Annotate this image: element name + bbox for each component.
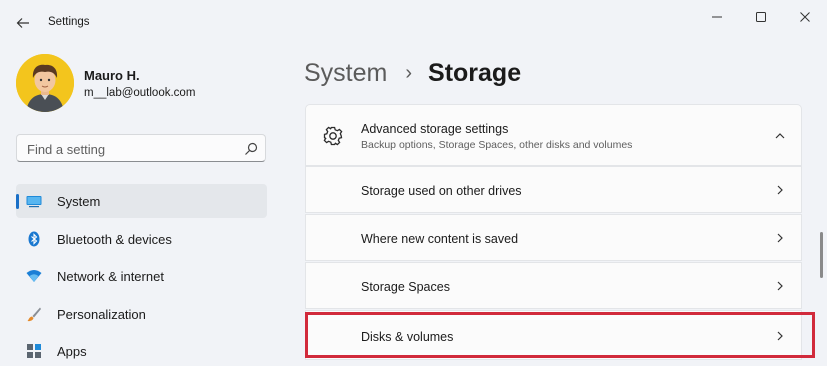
minimize-icon: [712, 16, 722, 18]
chevron-right-icon: [777, 185, 783, 195]
maximize-button[interactable]: [739, 2, 783, 32]
settings-window: Settings Mauro H. m__lab@outlook.com Fin…: [0, 0, 827, 366]
title-bar: Settings: [0, 0, 827, 40]
sidebar-item-system[interactable]: System: [16, 184, 267, 218]
close-icon: [800, 12, 810, 22]
breadcrumb: System › Storage: [304, 56, 521, 90]
close-button[interactable]: [783, 2, 827, 32]
back-button[interactable]: [10, 10, 36, 36]
user-name: Mauro H.: [84, 68, 140, 83]
storage-used-on-other-drives-row[interactable]: Storage used on other drives: [305, 166, 802, 213]
chevron-up-icon: [775, 133, 785, 139]
gear-icon: [323, 126, 343, 146]
row-label: Disks & volumes: [361, 330, 454, 344]
scrollbar-thumb[interactable]: [820, 232, 823, 278]
avatar[interactable]: [16, 54, 74, 112]
minimize-button[interactable]: [695, 2, 739, 32]
sidebar-item-apps[interactable]: Apps: [16, 334, 267, 366]
active-indicator: [16, 194, 19, 209]
brush-icon: [27, 307, 41, 322]
breadcrumb-parent[interactable]: System: [304, 59, 387, 88]
sidebar-item-label: System: [57, 194, 101, 209]
disks-and-volumes-row[interactable]: Disks & volumes: [305, 310, 802, 360]
breadcrumb-separator: ›: [405, 61, 413, 84]
row-label: Storage used on other drives: [361, 184, 522, 198]
maximize-icon: [756, 12, 766, 22]
bluetooth-icon: [28, 231, 40, 247]
advanced-storage-settings-header[interactable]: Advanced storage settings Backup options…: [305, 104, 802, 166]
sidebar-item-label: Network & internet: [57, 269, 164, 284]
sidebar-item-network[interactable]: Network & internet: [16, 259, 267, 293]
row-label: Storage Spaces: [361, 280, 450, 294]
chevron-right-icon: [777, 331, 783, 341]
apps-icon: [27, 344, 41, 358]
sidebar-item-bluetooth[interactable]: Bluetooth & devices: [16, 222, 267, 256]
row-label: Where new content is saved: [361, 232, 519, 246]
page-title: Storage: [428, 58, 522, 87]
user-email: m__lab@outlook.com: [84, 87, 196, 99]
chevron-right-icon: [777, 281, 783, 291]
user-avatar-image: [16, 54, 74, 112]
storage-spaces-row[interactable]: Storage Spaces: [305, 262, 802, 309]
app-title: Settings: [48, 16, 90, 28]
search-input[interactable]: [25, 139, 239, 159]
advanced-storage-title: Advanced storage settings: [361, 122, 509, 136]
search-icon[interactable]: [243, 141, 259, 157]
where-new-content-is-saved-row[interactable]: Where new content is saved: [305, 214, 802, 261]
arrow-left-icon: [16, 18, 29, 28]
sidebar-item-label: Apps: [57, 344, 87, 359]
system-icon: [26, 196, 42, 208]
sidebar-item-label: Personalization: [57, 307, 146, 322]
search-box[interactable]: [16, 134, 266, 162]
advanced-storage-subtitle: Backup options, Storage Spaces, other di…: [361, 139, 633, 151]
chevron-right-icon: [777, 233, 783, 243]
sidebar-item-personalization[interactable]: Personalization: [16, 297, 267, 331]
wifi-icon: [26, 270, 42, 282]
sidebar-item-label: Bluetooth & devices: [57, 232, 172, 247]
